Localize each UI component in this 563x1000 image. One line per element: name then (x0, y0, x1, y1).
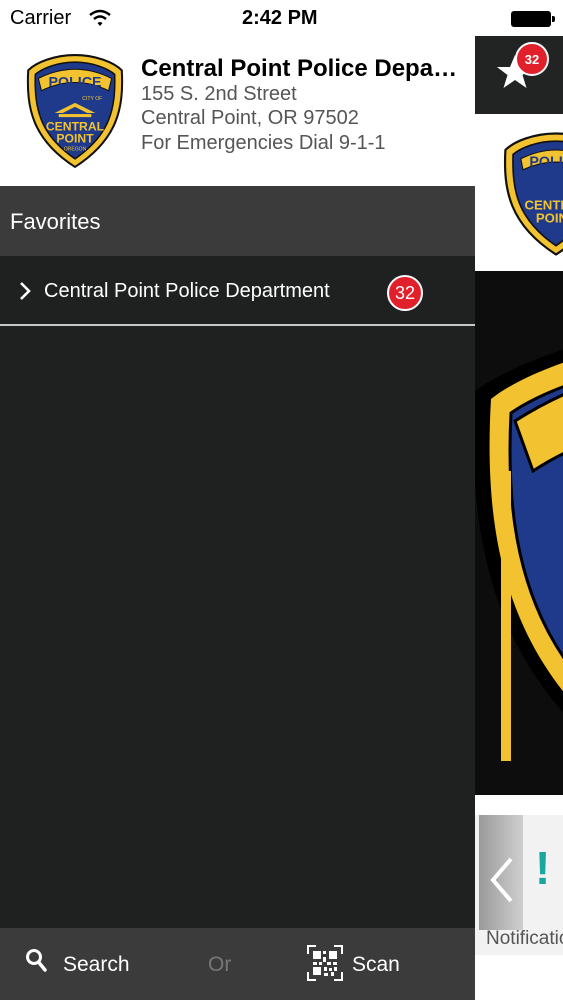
favorites-count-badge: 32 (515, 42, 549, 76)
notifications-label[interactable]: Notifications (486, 928, 563, 950)
status-bar: Carrier 2:42 PM (0, 0, 475, 36)
police-badge-logo: POLICE CITY OF CENTRAL POINT OREGON (26, 54, 124, 169)
logo-police-text: POLICE (49, 75, 102, 91)
main-top-bar: 32 (475, 36, 563, 114)
police-badge-logo: POLICE CENTRAL POINT (503, 132, 563, 256)
favorites-section-header: Favorites (0, 186, 475, 256)
back-button[interactable] (479, 815, 523, 930)
logo-state-text: OREGON (64, 147, 87, 153)
battery-icon (511, 11, 555, 27)
emergency-info[interactable]: For Emergencies Dial 9-1-1 (141, 132, 386, 155)
carrier-label: Carrier (10, 7, 72, 29)
exclamation-icon[interactable]: ! (535, 845, 550, 891)
logo-name-line2: POINT (56, 132, 94, 146)
notifications-area: ! Notifications (475, 815, 563, 955)
department-name: Central Point Police Department (141, 55, 459, 82)
favorite-item-label: Central Point Police Department (44, 280, 330, 302)
chevron-right-icon (20, 282, 31, 300)
scan-button[interactable]: Scan (352, 953, 400, 977)
department-hero-image (475, 271, 563, 795)
favorites-title: Favorites (10, 209, 101, 234)
logo-city-text: CITY OF (82, 96, 102, 102)
department-header[interactable]: POLICE CITY OF CENTRAL POINT OREGON Cent… (0, 36, 475, 186)
notification-count-badge: 32 (387, 275, 423, 311)
side-drawer: Carrier 2:42 PM POLICE CITY OF CENTRAL P… (0, 0, 475, 1000)
favorite-item-row[interactable]: Central Point Police Department 32 (0, 256, 475, 326)
logo-name-line2: POINT (536, 211, 563, 226)
or-separator: Or (208, 953, 232, 976)
department-banner: POLICE CENTRAL POINT (475, 114, 563, 271)
main-content-panel: 32 POLICE CENTRAL POINT ! Notifications (475, 0, 563, 1000)
search-icon[interactable] (24, 948, 48, 974)
search-button[interactable]: Search (63, 953, 130, 977)
logo-police-text: POLICE (529, 155, 563, 171)
bottom-toolbar: Search Or Scan (0, 928, 475, 1000)
status-time: 2:42 PM (242, 7, 318, 29)
address-street: 155 S. 2nd Street (141, 83, 297, 105)
large-police-badge (475, 349, 563, 761)
qr-code-icon[interactable] (307, 945, 343, 981)
address-city: Central Point, OR 97502 (141, 107, 359, 129)
wifi-icon (89, 9, 111, 26)
chevron-left-icon (490, 857, 513, 903)
right-status-bar (475, 0, 563, 36)
